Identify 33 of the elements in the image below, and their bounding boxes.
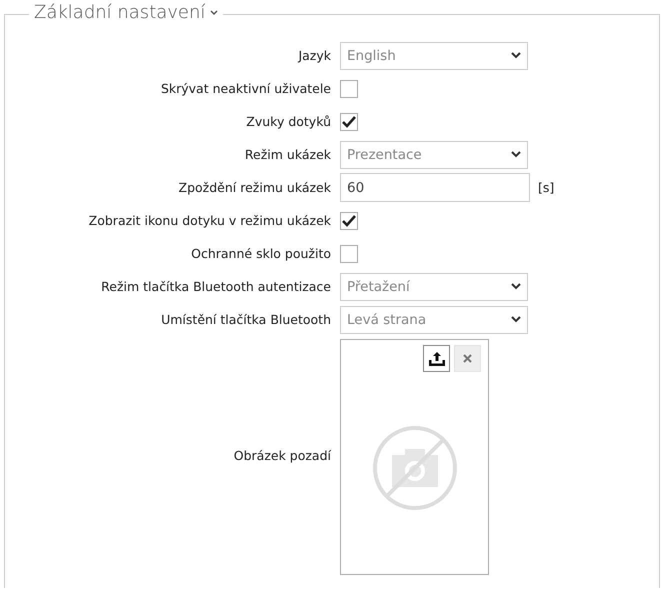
checkbox[interactable]	[340, 244, 358, 262]
dropdown[interactable]: Prezentace	[340, 140, 528, 168]
field-label: Zobrazit ikonu dotyku v režimu ukázek	[88, 213, 331, 228]
checkbox[interactable]	[340, 80, 358, 98]
chevron-down-icon[interactable]	[210, 10, 218, 16]
field-label: Skrývat neaktivní uživatele	[160, 81, 331, 96]
field-label: Obrázek pozadí	[232, 448, 331, 463]
close-icon	[463, 354, 472, 363]
chevron-down-icon	[511, 151, 521, 158]
checkbox[interactable]	[340, 112, 358, 130]
chevron-down-icon	[511, 316, 521, 323]
field-label: Ochranné sklo použito	[190, 246, 331, 261]
checkbox[interactable]	[340, 212, 358, 230]
unit-label: [s]	[538, 180, 554, 195]
field-label: Zvuky dotyků	[245, 114, 331, 129]
input-field[interactable]: 60	[340, 173, 530, 202]
check-icon	[342, 116, 356, 128]
dropdown[interactable]: Levá strana	[340, 306, 528, 334]
dropdown[interactable]: English	[340, 42, 528, 70]
dropdown[interactable]: Přetažení	[340, 272, 528, 300]
chevron-down-icon	[511, 283, 521, 290]
field-label: Režim ukázek	[244, 147, 331, 162]
field-label: Zpoždění režimu ukázek	[178, 180, 331, 195]
section-title[interactable]: Základní nastavení	[34, 2, 206, 23]
chevron-down-icon	[511, 52, 521, 59]
check-icon	[342, 214, 356, 226]
field-label: Umístění tlačítka Bluetooth	[160, 312, 331, 327]
field-label: Režim tlačítka Bluetooth autentizace	[100, 279, 331, 294]
upload-button[interactable]	[423, 345, 450, 372]
field-label: Jazyk	[296, 48, 331, 63]
no-image-icon	[372, 425, 458, 511]
upload-icon	[428, 350, 446, 366]
close-button[interactable]	[454, 345, 481, 372]
